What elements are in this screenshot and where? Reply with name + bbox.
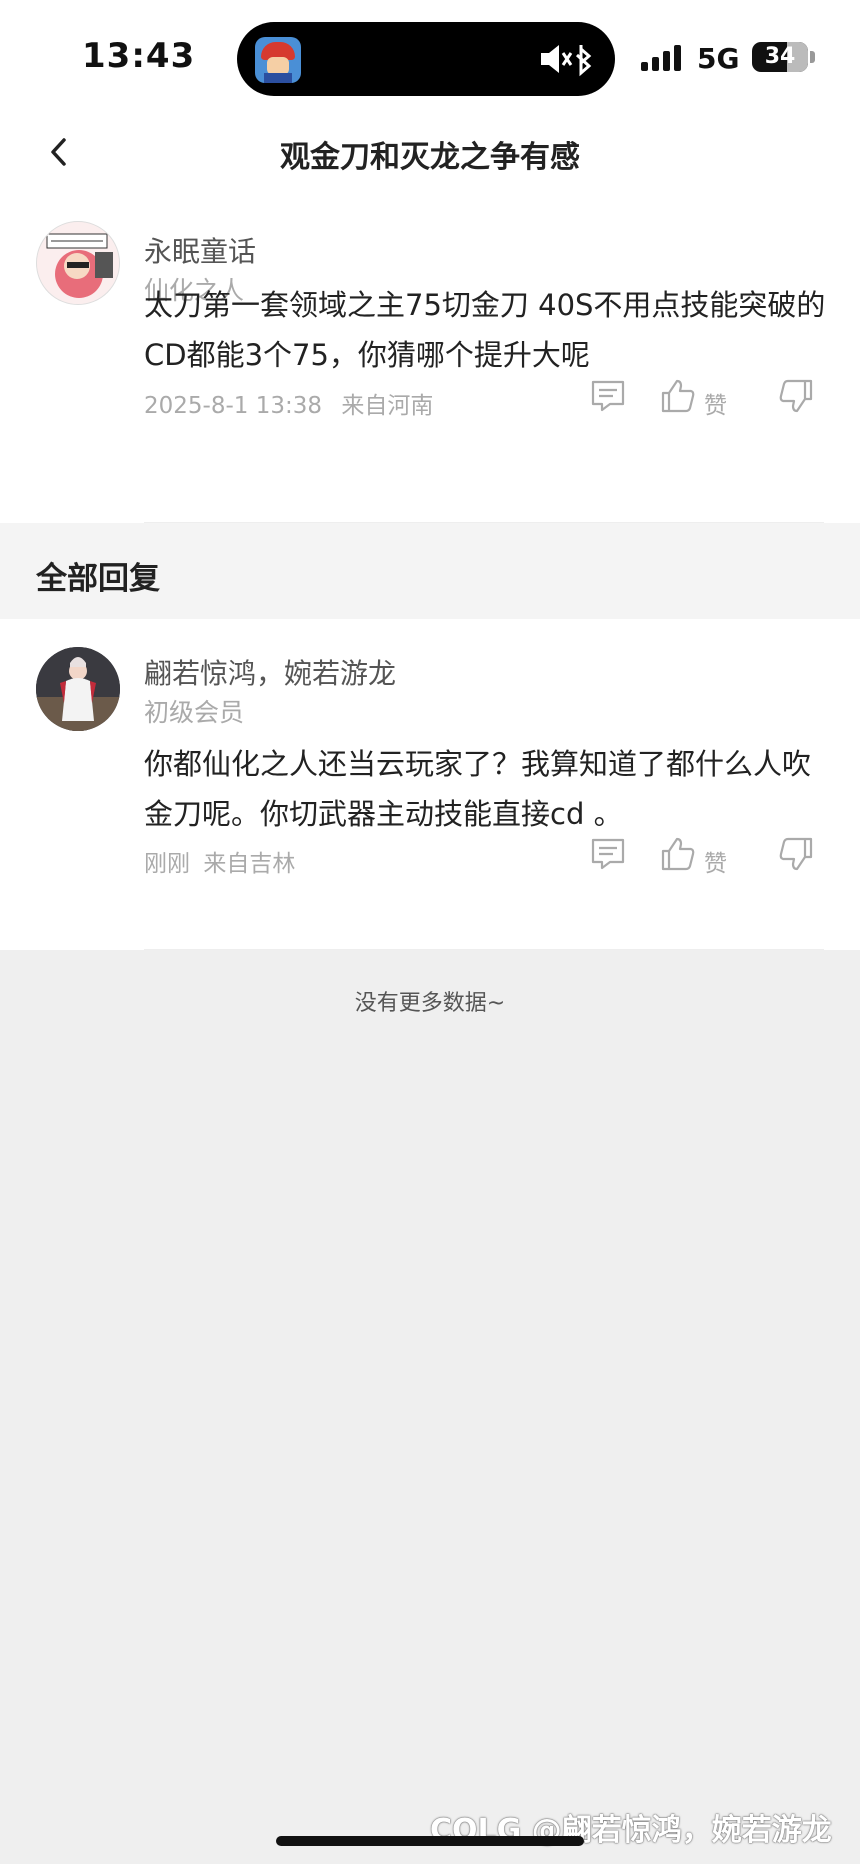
comment-icon[interactable] [588, 376, 628, 416]
original-post: 永眠童话 仙化之人 太刀第一套领域之主75切金刀 40S不用点技能突破的CD都能… [0, 196, 860, 523]
thumbs-up-icon[interactable] [658, 376, 698, 416]
reply-timestamp: 刚刚 [144, 851, 190, 877]
dynamic-island[interactable] [237, 22, 615, 96]
reply-meta-line: 刚刚 来自吉林 [144, 844, 295, 878]
like-label[interactable]: 赞 [704, 844, 727, 878]
reply-content: 你都仙化之人还当云玩家了？我算知道了都什么人吹金刀呢。你切武器主动技能直接cd … [144, 747, 812, 831]
reply-username[interactable]: 翩若惊鸿，婉若游龙 [144, 652, 396, 692]
thumbs-down-icon[interactable] [776, 376, 816, 416]
thumbs-down-icon[interactable] [776, 834, 816, 874]
avatar[interactable] [36, 647, 120, 731]
post-username[interactable]: 永眠童话 [144, 230, 256, 270]
speaker-mute-icon [541, 45, 592, 77]
status-time: 13:43 [82, 36, 196, 76]
home-indicator[interactable] [276, 1836, 584, 1846]
no-more-data: 没有更多数据~ [354, 991, 506, 1016]
comment-icon[interactable] [588, 834, 628, 874]
divider [144, 949, 824, 950]
network-type: 5G [697, 42, 740, 75]
post-content: 太刀第一套领域之主75切金刀 40S不用点技能突破的CD都能3个75，你猜哪个提… [144, 288, 826, 372]
reply-user-level: 初级会员 [144, 698, 245, 727]
replies-section-header: 全部回复 [0, 523, 860, 619]
post-meta: 2025-8-1 13:38 来自河南 [144, 386, 433, 420]
post-location: 来自河南 [341, 393, 434, 419]
post-timestamp: 2025-8-1 13:38 [144, 393, 322, 419]
like-label[interactable]: 赞 [704, 386, 727, 420]
nav-header: 观金刀和灭龙之争有感 [0, 110, 860, 196]
status-bar: 13:43 5G 34 [0, 0, 860, 110]
reply-location: 来自吉林 [203, 851, 296, 877]
battery-level: 34 [764, 44, 796, 69]
bluetooth-icon [575, 45, 592, 77]
reply-item: 翩若惊鸿，婉若游龙 初级会员 你都仙化之人还当云玩家了？我算知道了都什么人吹金刀… [0, 619, 860, 950]
signal-strength-icon [641, 43, 687, 71]
thumbs-up-icon[interactable] [658, 834, 698, 874]
island-app-icon[interactable] [255, 37, 301, 83]
page-title: 观金刀和灭龙之争有感 [280, 140, 580, 175]
battery-tip [810, 51, 815, 63]
battery-icon: 34 [752, 42, 808, 72]
avatar[interactable] [36, 221, 120, 305]
replies-section-title: 全部回复 [36, 561, 160, 597]
